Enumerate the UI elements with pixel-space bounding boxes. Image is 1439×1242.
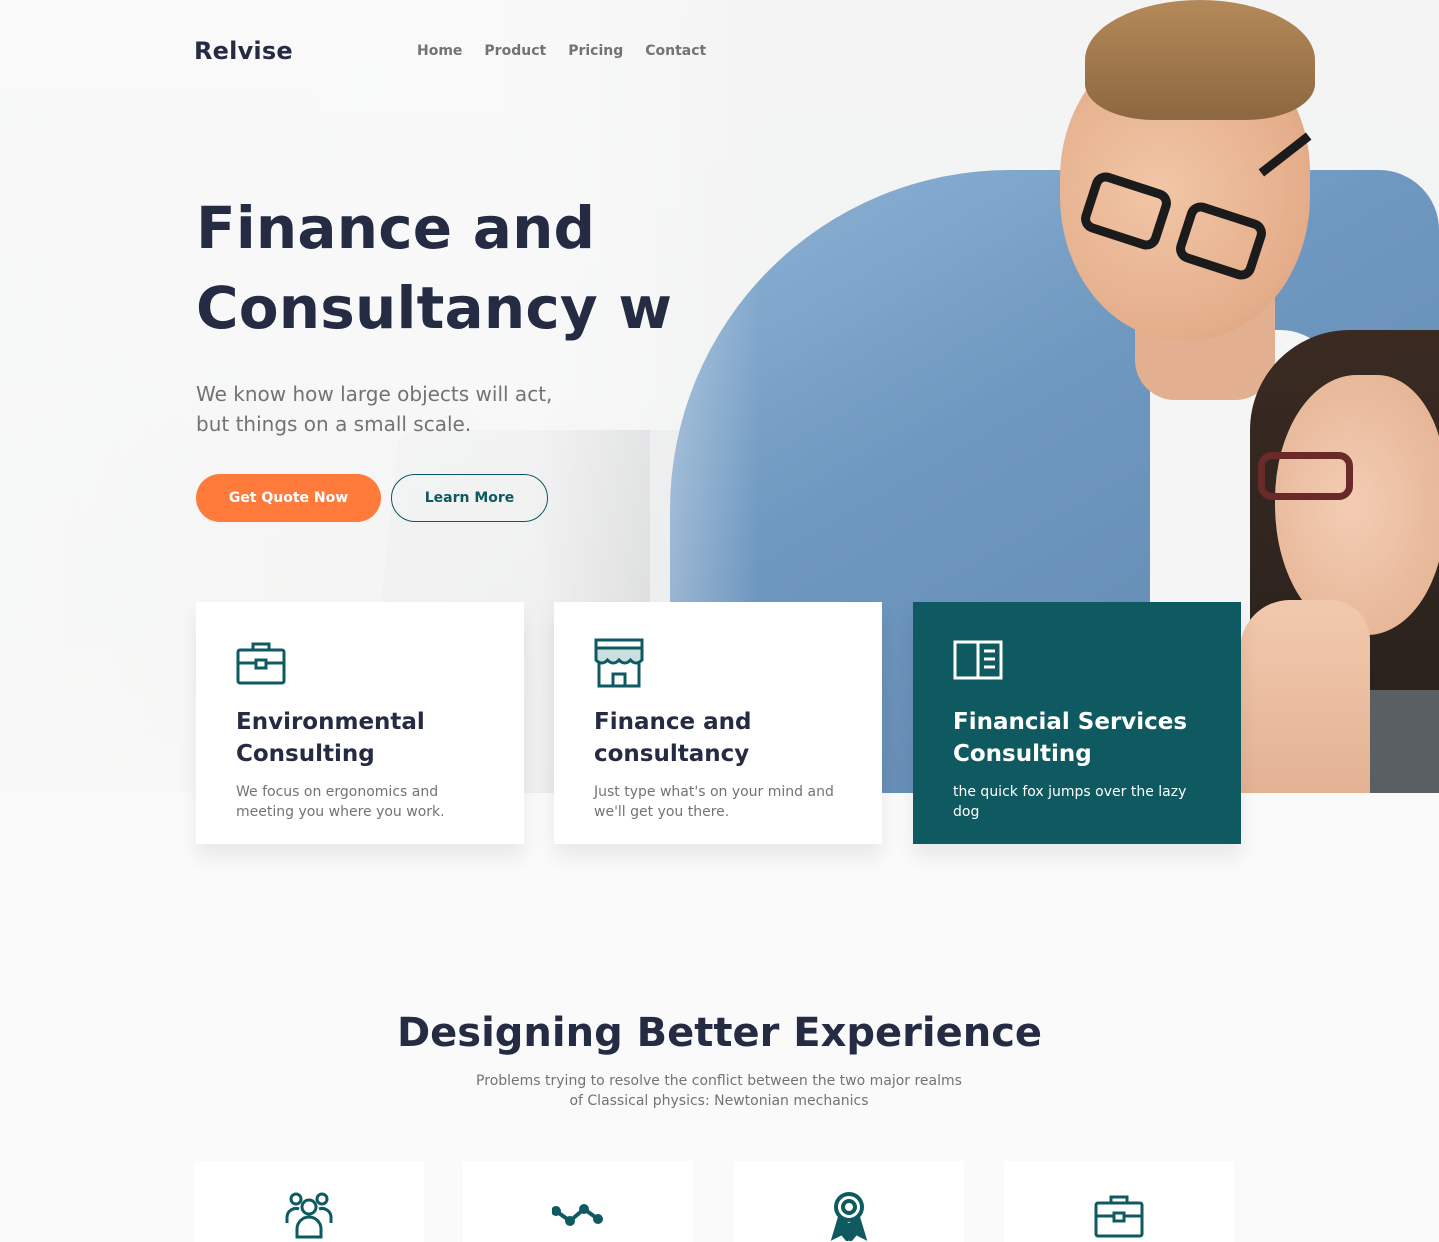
section-subtitle: Problems trying to resolve the conflict … [476,1073,962,1109]
woman-glasses [1258,452,1353,500]
hero-title: Finance and Consultancy w [196,188,756,348]
hero-subtitle-line2: but things on a small scale. [196,412,472,436]
woman-hand [1240,600,1370,793]
hero-title-line2: Consultancy w [196,274,673,342]
briefcase-icon [236,642,286,685]
card-title: Financial Services Consulting [953,709,1188,767]
nav-contact[interactable]: Contact [645,43,706,59]
feature-card-environmental[interactable]: Environmental Consulting We focus on ergo… [196,602,524,844]
card-title: Finance and consultancy [594,709,752,767]
nav-pricing[interactable]: Pricing [568,43,623,59]
feature-card-financial-services[interactable]: Financial Services Consulting the quick f… [913,602,1241,844]
feature-card-finance[interactable]: Finance and consultancy Just type what's … [554,602,882,844]
get-quote-button[interactable]: Get Quote Now [196,474,381,522]
feature-mini-card[interactable] [463,1161,693,1242]
brand-logo[interactable]: Relvise [194,37,293,65]
card-title: Environmental Consulting [236,709,425,767]
trend-icon [552,1204,603,1226]
hero-subtitle: We know how large objects will act, but … [196,379,596,439]
main-nav: Home Product Pricing Contact [417,43,706,59]
learn-more-button[interactable]: Learn More [391,474,548,522]
woman-face [1275,375,1439,635]
card-text: We focus on ergonomics and meeting you w… [236,784,445,820]
hero-subtitle-line1: We know how large objects will act, [196,382,553,406]
hero-title-line1: Finance and [196,194,596,262]
feature-mini-card[interactable] [1004,1161,1234,1242]
card-text: Just type what's on your mind and we'll … [594,784,834,820]
nav-home[interactable]: Home [417,43,462,59]
feature-mini-card[interactable] [194,1161,424,1242]
book-icon [953,640,1003,680]
nav-product[interactable]: Product [484,43,546,59]
users-icon [285,1192,333,1239]
briefcase-icon [1094,1195,1144,1238]
man-hair [1085,0,1315,120]
card-text: the quick fox jumps over the lazy dog [953,784,1187,820]
award-icon [830,1192,868,1241]
section-title: Designing Better Experience [396,1010,1043,1056]
feature-mini-card[interactable] [734,1161,964,1242]
storefront-icon [594,638,644,688]
